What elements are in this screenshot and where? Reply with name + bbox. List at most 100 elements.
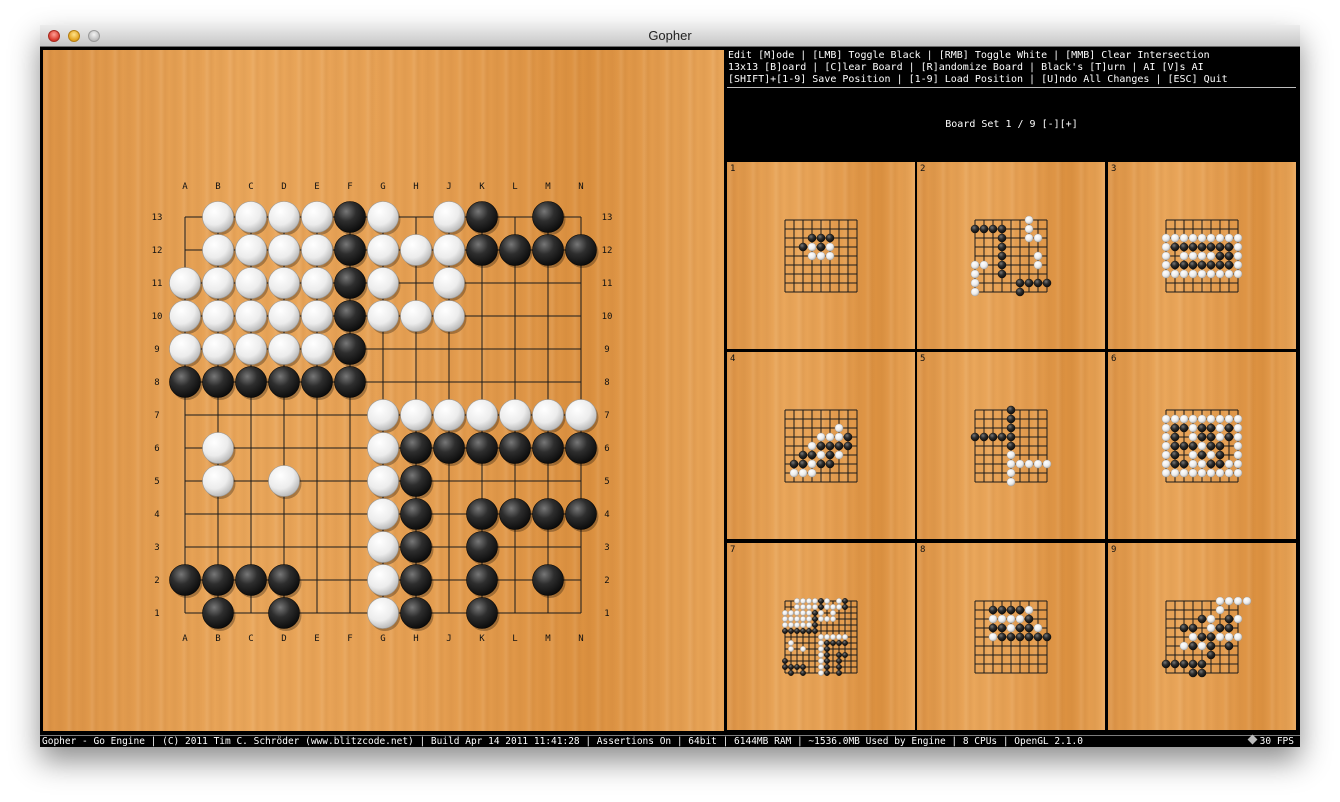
black-stone (800, 670, 806, 676)
position-slot-7[interactable]: 7 (727, 543, 915, 730)
white-stone (1188, 432, 1198, 442)
black-stone (788, 628, 794, 634)
black-stone (301, 366, 333, 398)
black-stone (1015, 605, 1025, 615)
black-stone (1206, 260, 1216, 270)
white-stone (367, 234, 399, 266)
white-stone (1233, 269, 1243, 279)
white-stone (202, 300, 234, 332)
black-stone (825, 441, 835, 451)
black-stone (824, 646, 830, 652)
black-stone (1006, 605, 1016, 615)
white-stone (1215, 233, 1225, 243)
column-label: N (578, 634, 583, 644)
black-stone (997, 224, 1007, 234)
black-stone (825, 459, 835, 469)
white-stone (1224, 233, 1234, 243)
row-label: 7 (604, 411, 609, 421)
black-stone (1206, 641, 1216, 651)
white-stone (794, 610, 800, 616)
black-stone (825, 450, 835, 460)
black-stone (466, 498, 498, 530)
black-stone (1224, 623, 1234, 633)
black-stone (1179, 441, 1189, 451)
white-stone (1188, 423, 1198, 433)
main-board-canvas[interactable]: AABBCCDDEEFFGGHHJJKKLLMMNN13 1312 1211 1110… (43, 50, 724, 731)
black-stone (1170, 441, 1180, 451)
black-stone (842, 604, 848, 610)
white-stone (794, 622, 800, 628)
row-label: 2 (604, 576, 609, 586)
black-stone (812, 628, 818, 634)
white-stone (1170, 468, 1180, 478)
white-stone (997, 614, 1007, 624)
white-stone (1179, 269, 1189, 279)
black-stone (997, 260, 1007, 270)
black-stone (798, 459, 808, 469)
white-stone (1170, 233, 1180, 243)
black-stone (1197, 450, 1207, 460)
column-label: D (281, 634, 286, 644)
white-stone (367, 597, 399, 629)
white-stone (268, 267, 300, 299)
column-label: G (380, 182, 385, 192)
title-bar[interactable]: Gopher (40, 25, 1300, 47)
column-label: E (314, 634, 319, 644)
app-window: Gopher A A B B C C D D E E F F G G H H J J K K L L M M N N 13 13 12 1… (40, 25, 1300, 747)
black-stone (202, 366, 234, 398)
position-slot-5[interactable]: 5 (917, 352, 1105, 539)
position-slot-4[interactable]: 4 (727, 352, 915, 539)
white-stone (268, 300, 300, 332)
black-stone (400, 498, 432, 530)
white-stone (1224, 596, 1234, 606)
black-stone (798, 450, 808, 460)
white-stone (400, 300, 432, 332)
white-stone (1197, 641, 1207, 651)
white-stone (1161, 269, 1171, 279)
position-slot-8[interactable]: 8 (917, 543, 1105, 730)
black-stone (970, 432, 980, 442)
position-slot-3[interactable]: 3 (1108, 162, 1296, 349)
black-stone (1206, 441, 1216, 451)
black-stone (836, 664, 842, 670)
black-stone (818, 598, 824, 604)
black-stone (202, 597, 234, 629)
row-label: 13 (152, 213, 163, 223)
white-stone (1242, 596, 1252, 606)
black-stone (997, 632, 1007, 642)
white-stone (816, 450, 826, 460)
white-stone (800, 616, 806, 622)
white-stone (970, 287, 980, 297)
white-stone (789, 468, 799, 478)
white-stone (1197, 468, 1207, 478)
position-slot-1[interactable]: 1 (727, 162, 915, 349)
white-stone (825, 251, 835, 261)
black-stone (1042, 278, 1052, 288)
row-label: 5 (604, 477, 609, 487)
status-text: Gopher - Go Engine | (C) 2011 Tim C. Sch… (42, 736, 1083, 747)
black-stone (1188, 441, 1198, 451)
black-stone (1015, 623, 1025, 633)
position-slot-6[interactable]: 6 (1108, 352, 1296, 539)
white-stone (834, 450, 844, 460)
black-stone (806, 628, 812, 634)
position-thumbnail (1161, 409, 1243, 483)
black-stone (794, 628, 800, 634)
position-slot-2[interactable]: 2 (917, 162, 1105, 349)
black-stone (1215, 441, 1225, 451)
white-stone (1188, 450, 1198, 460)
black-stone (1033, 632, 1043, 642)
main-go-board[interactable]: A A B B C C D D E E F F G G H H J J K K L L M M N N 13 13 12 12 11 11 10… (43, 50, 724, 731)
white-stone (433, 267, 465, 299)
black-stone (812, 616, 818, 622)
board-set-label[interactable]: Board Set 1 / 9 [-][+] (727, 119, 1296, 130)
black-stone (824, 640, 830, 646)
black-stone (1188, 242, 1198, 252)
black-stone (997, 269, 1007, 279)
fps-icon (1247, 734, 1258, 745)
black-stone (400, 597, 432, 629)
white-stone (1006, 477, 1016, 487)
white-stone (836, 634, 842, 640)
black-stone (836, 658, 842, 664)
position-slot-9[interactable]: 9 (1108, 543, 1296, 730)
